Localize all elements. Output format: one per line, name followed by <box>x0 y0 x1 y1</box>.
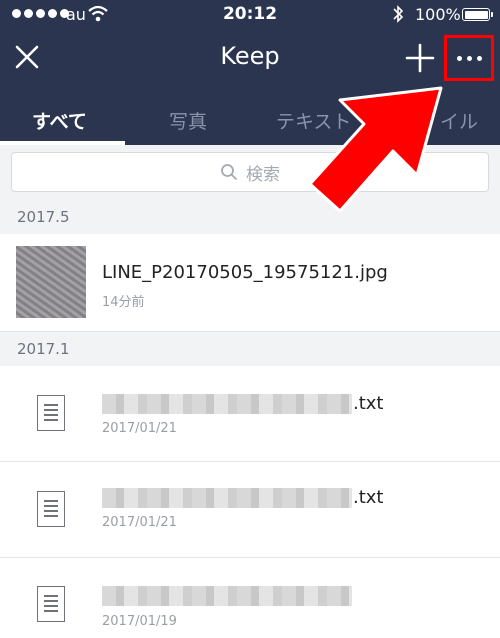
item-timestamp: 2017/01/21 <box>102 515 177 530</box>
item-name: LINE_P20170505_19575121.jpg <box>102 262 388 283</box>
tab-files[interactable]: イル <box>440 107 478 134</box>
redacted-filename <box>102 394 352 414</box>
bluetooth-icon <box>393 5 404 23</box>
redacted-filename <box>102 488 352 508</box>
section-date: 2017.1 <box>17 340 70 358</box>
tab-photos[interactable]: 写真 <box>169 107 207 134</box>
item-timestamp: 2017/01/21 <box>102 421 177 436</box>
section-header: 2017.1 <box>0 332 500 366</box>
redacted-filename <box>102 586 352 606</box>
plus-icon[interactable] <box>402 40 438 76</box>
battery-icon <box>462 8 493 21</box>
item-timestamp: 14分前 <box>102 295 145 310</box>
tab-text[interactable]: テキスト <box>276 107 351 134</box>
battery-percent: 100% <box>415 5 461 24</box>
search-icon <box>221 164 237 180</box>
photo-thumbnail <box>16 246 86 318</box>
more-dots-icon <box>456 55 462 61</box>
item-timestamp: 2017/01/19 <box>102 614 177 629</box>
list-item[interactable]: .txt 2017/01/21 <box>0 462 500 558</box>
tab-all[interactable]: すべて <box>32 107 87 134</box>
search-placeholder: 検索 <box>246 164 280 185</box>
list-item[interactable]: LINE_P20170505_19575121.jpg 14分前 <box>0 234 500 332</box>
text-file-icon <box>37 491 65 527</box>
item-name: .txt <box>353 393 384 414</box>
search-input[interactable]: 検索 <box>11 152 489 192</box>
item-name: .txt <box>353 487 384 508</box>
status-bar: au 20:12 100% <box>0 0 500 30</box>
section-header: 2017.5 <box>0 200 500 234</box>
close-icon[interactable] <box>10 40 44 74</box>
app-header: au 20:12 100% Keep すべて 写真 テキスト イル <box>0 0 500 145</box>
list-item[interactable]: 2017/01/19 <box>0 558 500 638</box>
more-options-button[interactable] <box>444 35 494 81</box>
text-file-icon <box>37 586 65 622</box>
text-file-icon <box>37 395 65 431</box>
list-item[interactable]: .txt 2017/01/21 <box>0 366 500 462</box>
section-date: 2017.5 <box>17 208 70 226</box>
tab-bar: すべて 写真 テキスト イル <box>0 95 500 145</box>
